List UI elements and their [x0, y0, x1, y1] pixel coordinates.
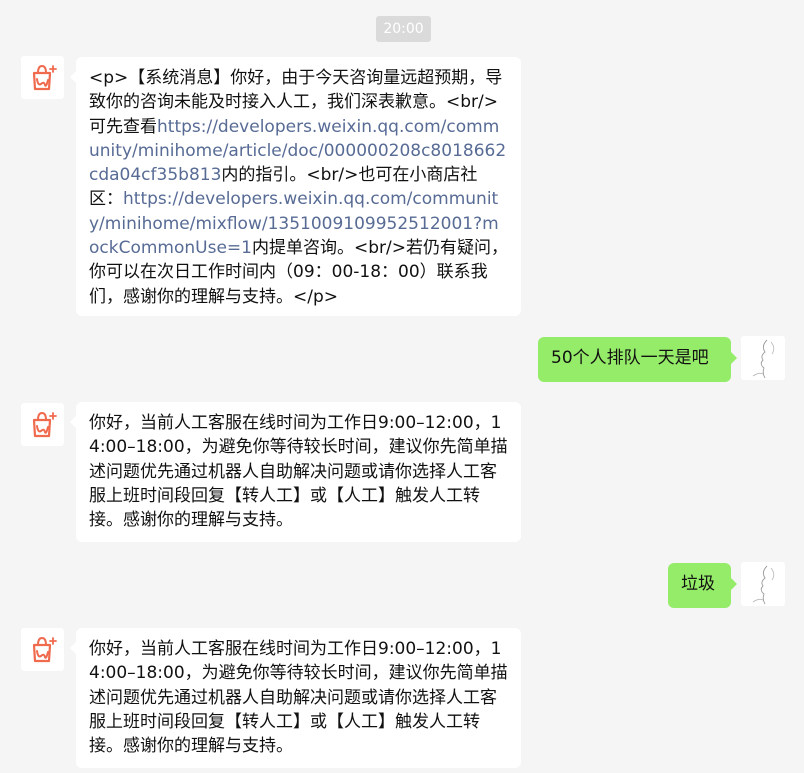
message-text: 你好，当前人工客服在线时间为工作日9:00–12:00，14:00–18:00，… [89, 413, 508, 531]
message-timestamp: 20:00 [376, 16, 431, 42]
bot-avatar[interactable] [21, 56, 64, 99]
bot-avatar[interactable] [21, 403, 64, 446]
user-avatar[interactable] [741, 336, 785, 380]
user-avatar-sketch [752, 339, 775, 379]
message-text: 你好，当前人工客服在线时间为工作日9:00–12:00，14:00–18:00，… [89, 639, 508, 757]
message-text: 垃圾 [681, 574, 715, 594]
bot-message-bubble[interactable]: 你好，当前人工客服在线时间为工作日9:00–12:00，14:00–18:00，… [70, 402, 521, 542]
message-text: 50个人排队一天是吧 [551, 348, 709, 368]
bot-message-bubble[interactable]: 你好，当前人工客服在线时间为工作日9:00–12:00，14:00–18:00，… [70, 628, 521, 768]
user-avatar-sketch [752, 565, 775, 605]
user-message-bubble[interactable]: 50个人排队一天是吧 [538, 337, 737, 382]
bot-message-bubble[interactable]: <p>【系统消息】你好，由于今天咨询量远超预期，导致你的咨询未能及时接入人工，我… [70, 57, 521, 316]
shop-bag-logo-icon [32, 636, 57, 663]
user-message-bubble[interactable]: 垃圾 [668, 563, 737, 608]
user-avatar[interactable] [741, 562, 785, 606]
shop-bag-logo-icon [32, 64, 57, 91]
bot-avatar[interactable] [21, 628, 64, 671]
shop-bag-logo-icon [32, 411, 57, 438]
